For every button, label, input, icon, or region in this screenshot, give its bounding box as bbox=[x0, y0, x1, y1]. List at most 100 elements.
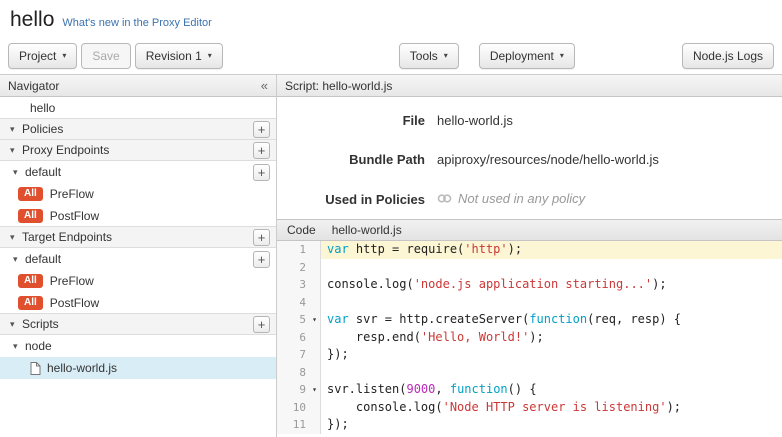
triangle-down-icon[interactable]: ▾ bbox=[10, 124, 22, 135]
nav-item-proxy-root[interactable]: hello bbox=[0, 97, 276, 119]
condition-all-badge: All bbox=[18, 296, 43, 310]
section-label: Policies bbox=[22, 122, 63, 136]
triangle-down-icon[interactable]: ▾ bbox=[10, 145, 22, 156]
add-target-flow-button[interactable]: + bbox=[253, 251, 270, 268]
code-token: svr.listen( bbox=[327, 382, 406, 396]
code-line[interactable]: 7}); bbox=[277, 346, 782, 364]
gutter: 8 bbox=[277, 364, 321, 382]
nav-proxy-postflow[interactable]: All PostFlow bbox=[0, 205, 276, 227]
editor-panes: Navigator « hello ▾ Policies + ▾ Proxy E… bbox=[0, 74, 782, 437]
triangle-down-icon[interactable]: ▾ bbox=[13, 167, 25, 178]
line-number: 8 bbox=[277, 364, 309, 382]
code-tab[interactable]: Code bbox=[287, 223, 316, 237]
gutter: 3 bbox=[277, 276, 321, 294]
code-line[interactable]: 9▾svr.listen(9000, function() { bbox=[277, 381, 782, 399]
code-text[interactable]: console.log('node.js application startin… bbox=[321, 276, 782, 294]
code-token: 'Node HTTP server is listening' bbox=[443, 400, 667, 414]
nav-target-postflow[interactable]: All PostFlow bbox=[0, 292, 276, 314]
code-token: resp.end( bbox=[327, 330, 421, 344]
revision-button[interactable]: Revision 1 ▾ bbox=[135, 43, 223, 69]
section-label: Proxy Endpoints bbox=[22, 143, 109, 157]
code-text[interactable]: console.log('Node HTTP server is listeni… bbox=[321, 399, 782, 417]
gutter: 10 bbox=[277, 399, 321, 417]
fold-arrow-icon[interactable]: ▾ bbox=[309, 311, 320, 329]
code-line[interactable]: 8 bbox=[277, 364, 782, 382]
nav-proxy-preflow[interactable]: All PreFlow bbox=[0, 183, 276, 205]
code-token: 9000 bbox=[406, 382, 435, 396]
triangle-down-icon[interactable]: ▾ bbox=[10, 232, 22, 243]
nav-scripts-node-folder[interactable]: ▾ node bbox=[0, 335, 276, 357]
tools-button[interactable]: Tools ▾ bbox=[399, 43, 459, 69]
gutter: 6 bbox=[277, 329, 321, 347]
code-text[interactable] bbox=[321, 259, 782, 277]
code-text[interactable] bbox=[321, 364, 782, 382]
code-text[interactable]: var http = require('http'); bbox=[321, 241, 782, 259]
triangle-down-icon[interactable]: ▾ bbox=[13, 254, 25, 265]
node-logs-button[interactable]: Node.js Logs bbox=[682, 43, 774, 69]
gutter: 1 bbox=[277, 241, 321, 259]
code-line[interactable]: 2 bbox=[277, 259, 782, 277]
navigator-title: Navigator bbox=[8, 79, 59, 93]
add-proxy-endpoint-button[interactable]: + bbox=[253, 142, 270, 159]
code-text[interactable]: var svr = http.createServer(function(req… bbox=[321, 311, 782, 329]
code-filename: hello-world.js bbox=[332, 223, 402, 237]
code-token: function bbox=[529, 312, 587, 326]
collapse-panel-icon[interactable]: « bbox=[261, 79, 268, 92]
script-detail-pane: Script: hello-world.js File hello-world.… bbox=[277, 75, 782, 437]
save-button[interactable]: Save bbox=[81, 43, 130, 69]
add-script-button[interactable]: + bbox=[253, 316, 270, 333]
script-form: File hello-world.js Bundle Path apiproxy… bbox=[277, 97, 782, 219]
code-line[interactable]: 5▾var svr = http.createServer(function(r… bbox=[277, 311, 782, 329]
line-number: 7 bbox=[277, 346, 309, 364]
code-line[interactable]: 10 console.log('Node HTTP server is list… bbox=[277, 399, 782, 417]
code-editor[interactable]: 1var http = require('http');2 3console.l… bbox=[277, 241, 782, 437]
add-target-endpoint-button[interactable]: + bbox=[253, 229, 270, 246]
whats-new-link[interactable]: What's new in the Proxy Editor bbox=[62, 17, 211, 29]
code-line[interactable]: 6 resp.end('Hello, World!'); bbox=[277, 329, 782, 347]
code-line[interactable]: 11}); bbox=[277, 416, 782, 434]
line-number: 9 bbox=[277, 381, 309, 399]
not-used-text: Not used in any policy bbox=[458, 191, 585, 206]
code-line[interactable]: 1var http = require('http'); bbox=[277, 241, 782, 259]
nav-proxy-endpoint-default[interactable]: ▾ default + bbox=[0, 161, 276, 183]
code-text[interactable]: }); bbox=[321, 416, 782, 434]
endpoint-label: default bbox=[25, 252, 61, 266]
code-token: }); bbox=[327, 347, 349, 361]
code-line[interactable]: 3console.log('node.js application starti… bbox=[277, 276, 782, 294]
nav-section-policies[interactable]: ▾ Policies + bbox=[0, 118, 276, 140]
nav-section-target-endpoints[interactable]: ▾ Target Endpoints + bbox=[0, 226, 276, 248]
file-value: hello-world.js bbox=[437, 113, 513, 128]
triangle-down-icon[interactable]: ▾ bbox=[13, 341, 25, 352]
caret-down-icon: ▾ bbox=[208, 52, 212, 60]
fold-arrow-icon[interactable]: ▾ bbox=[309, 381, 320, 399]
nav-target-preflow[interactable]: All PreFlow bbox=[0, 270, 276, 292]
nav-section-scripts[interactable]: ▾ Scripts + bbox=[0, 313, 276, 335]
code-text[interactable]: svr.listen(9000, function() { bbox=[321, 381, 782, 399]
page-title: hello bbox=[10, 8, 54, 32]
add-proxy-flow-button[interactable]: + bbox=[253, 164, 270, 181]
revision-button-label: Revision 1 bbox=[146, 49, 202, 63]
code-text[interactable] bbox=[321, 294, 782, 312]
save-button-label: Save bbox=[92, 49, 119, 63]
code-token: function bbox=[450, 382, 508, 396]
code-text[interactable]: resp.end('Hello, World!'); bbox=[321, 329, 782, 347]
deployment-button[interactable]: Deployment ▾ bbox=[479, 43, 575, 69]
code-text[interactable]: }); bbox=[321, 346, 782, 364]
endpoint-label: default bbox=[25, 165, 61, 179]
code-token: console.log( bbox=[327, 277, 414, 291]
nav-target-endpoint-default[interactable]: ▾ default + bbox=[0, 248, 276, 270]
nav-file-hello-world-js[interactable]: hello-world.js bbox=[0, 357, 276, 379]
triangle-down-icon[interactable]: ▾ bbox=[10, 319, 22, 330]
section-label: Scripts bbox=[22, 317, 59, 331]
used-in-policies-value: Not used in any policy bbox=[437, 191, 585, 206]
gutter: 5▾ bbox=[277, 311, 321, 329]
code-token: ); bbox=[508, 242, 522, 256]
code-line[interactable]: 4 bbox=[277, 294, 782, 312]
caret-down-icon: ▾ bbox=[62, 52, 66, 60]
nav-section-proxy-endpoints[interactable]: ▾ Proxy Endpoints + bbox=[0, 139, 276, 161]
project-button[interactable]: Project ▾ bbox=[8, 43, 77, 69]
add-policy-button[interactable]: + bbox=[253, 121, 270, 138]
node-logs-button-label: Node.js Logs bbox=[693, 49, 763, 63]
page-header: hello What's new in the Proxy Editor bbox=[0, 0, 782, 38]
code-token: var bbox=[327, 242, 349, 256]
